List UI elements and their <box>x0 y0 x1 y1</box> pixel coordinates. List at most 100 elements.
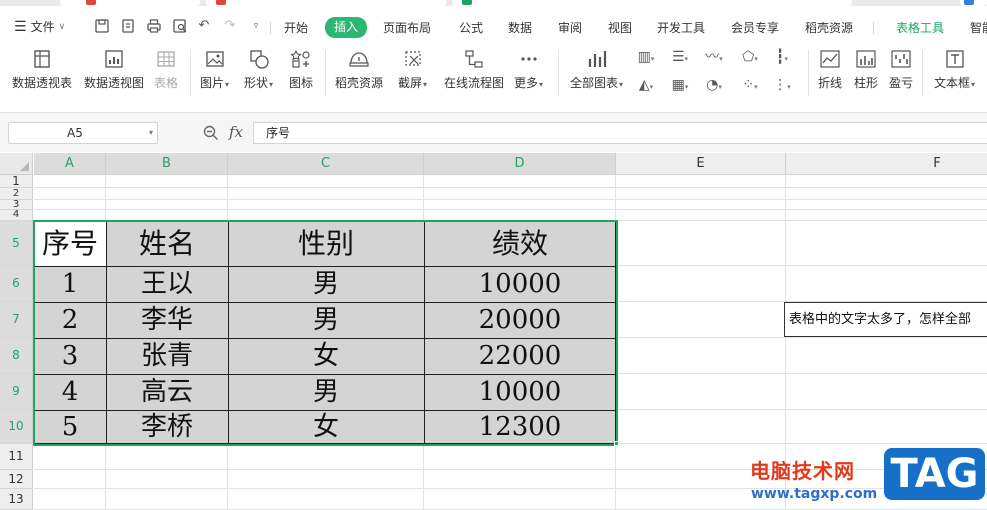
table-cell[interactable]: 女 <box>228 410 424 444</box>
table-cell[interactable]: 李华 <box>106 302 228 338</box>
table-cell[interactable]: 10000 <box>424 266 616 302</box>
watermark-tag-logo: TAG <box>884 448 985 500</box>
column-header-c[interactable]: C <box>228 153 424 175</box>
table-cell[interactable]: 女 <box>228 338 424 374</box>
icon-library-button[interactable]: 图标 <box>289 48 313 91</box>
name-box[interactable]: A5 ▾ <box>8 122 158 144</box>
tab-data[interactable]: 数据 <box>508 18 532 38</box>
customize-toolbar-icon[interactable]: ▿ <box>248 18 264 34</box>
row-header-8[interactable]: 8 <box>0 338 33 374</box>
document-tab-active[interactable] <box>452 0 852 6</box>
column-header-a[interactable]: A <box>34 153 106 175</box>
save-icon[interactable] <box>94 18 110 34</box>
tab-member[interactable]: 会员专享 <box>731 18 779 38</box>
table-cell[interactable]: 李桥 <box>106 410 228 444</box>
sparkline-line-button[interactable]: 折线 <box>818 48 842 91</box>
sparkline-column-button[interactable]: 柱形 <box>854 48 878 91</box>
table-header-cell[interactable]: 性别 <box>228 221 424 266</box>
overflow-text-box[interactable]: 表格中的文字太多了，怎样全部 <box>784 302 987 337</box>
row-header-6[interactable]: 6 <box>0 266 33 302</box>
tab-insert[interactable]: 插入 <box>325 17 368 38</box>
row-header-9[interactable]: 9 <box>0 374 33 410</box>
row-header-12[interactable]: 12 <box>0 470 33 489</box>
row-header-4[interactable]: 4 <box>0 210 33 221</box>
shape-button[interactable]: 形状▾ <box>244 48 273 91</box>
export-pdf-icon[interactable] <box>120 18 136 34</box>
pivot-chart-button[interactable]: 数据透视图 <box>84 48 144 91</box>
column-header-b[interactable]: B <box>106 153 228 175</box>
formula-input[interactable]: 序号 <box>253 122 987 144</box>
row-header-13[interactable]: 13 <box>0 489 33 510</box>
undo-icon[interactable]: ↶ <box>196 18 212 34</box>
table-header-cell[interactable]: 绩效 <box>424 221 616 266</box>
select-all-corner[interactable] <box>0 153 33 175</box>
combo-chart-icon[interactable]: ▦▾ <box>670 76 690 94</box>
scatter-chart-icon[interactable]: ⁘▾ <box>740 76 760 94</box>
pivot-table-button[interactable]: 数据透视表 <box>12 48 72 91</box>
column-header-d[interactable]: D <box>424 153 616 175</box>
table-cell[interactable]: 20000 <box>424 302 616 338</box>
all-charts-button[interactable]: 全部图表▾ <box>570 48 623 91</box>
more-button[interactable]: 更多▾ <box>514 48 543 91</box>
row-header-10[interactable]: 10 <box>0 410 33 444</box>
file-menu[interactable]: ☰ 文件 ∨ <box>14 18 65 35</box>
tab-page-layout[interactable]: 页面布局 <box>383 18 431 38</box>
table-cell[interactable]: 3 <box>34 338 106 374</box>
bar-chart-icon[interactable]: ☰▾ <box>670 48 690 66</box>
tab-docer[interactable]: 稻壳资源 <box>805 18 853 38</box>
document-tab[interactable] <box>960 0 987 6</box>
docer-assets-button[interactable]: 稻壳资源 <box>335 48 383 91</box>
radar-chart-icon[interactable]: ⬠▾ <box>740 48 760 66</box>
column-chart-icon[interactable]: ▥▾ <box>636 48 656 66</box>
tab-developer[interactable]: 开发工具 <box>657 18 705 38</box>
table-cell[interactable]: 5 <box>34 410 106 444</box>
row-header-11[interactable]: 11 <box>0 444 33 470</box>
tab-review[interactable]: 审阅 <box>558 18 582 38</box>
tab-home[interactable]: 开始 <box>284 18 308 38</box>
picture-button[interactable]: 图片▾ <box>200 48 229 91</box>
table-cell[interactable]: 22000 <box>424 338 616 374</box>
area-chart-icon[interactable]: ◭▾ <box>636 76 656 94</box>
tab-smart[interactable]: 智能 <box>970 18 987 38</box>
table-cell[interactable]: 男 <box>228 266 424 302</box>
column-header-f[interactable]: F <box>786 153 987 175</box>
table-cell[interactable]: 1 <box>34 266 106 302</box>
row-header-5[interactable]: 5 <box>0 221 33 266</box>
column-header-e[interactable]: E <box>616 153 786 175</box>
table-cell[interactable]: 男 <box>228 302 424 338</box>
print-icon[interactable] <box>146 18 162 34</box>
table-icon <box>157 51 175 67</box>
row-header-7[interactable]: 7 <box>0 302 33 338</box>
tab-view[interactable]: 视图 <box>608 18 632 38</box>
redo-icon[interactable]: ↷ <box>222 18 238 34</box>
table-cell[interactable]: 10000 <box>424 374 616 410</box>
sparkline-winloss-button[interactable]: 盈亏 <box>889 48 913 91</box>
fx-icon[interactable]: fx <box>229 123 243 141</box>
dot-chart-icon[interactable]: ⋮▾ <box>772 76 792 94</box>
document-tab[interactable] <box>206 0 446 6</box>
table-cell[interactable]: 高云 <box>106 374 228 410</box>
print-preview-icon[interactable] <box>172 18 188 34</box>
document-tab[interactable] <box>60 0 200 6</box>
table-cell[interactable]: 4 <box>34 374 106 410</box>
screenshot-button[interactable]: 截屏▾ <box>398 48 427 91</box>
fill-handle[interactable] <box>614 441 619 446</box>
online-flowchart-button[interactable]: 在线流程图 <box>444 48 504 91</box>
table-cell[interactable]: 2 <box>34 302 106 338</box>
pie-chart-icon[interactable]: ◔▾ <box>704 76 724 94</box>
textbox-button[interactable]: 文本框▾ <box>934 48 975 91</box>
table-button[interactable]: 表格 <box>154 48 178 91</box>
tab-table-tools[interactable]: 表格工具 <box>896 18 944 38</box>
tab-formulas[interactable]: 公式 <box>459 18 483 38</box>
table-cell[interactable]: 男 <box>228 374 424 410</box>
table-header-cell[interactable]: 姓名 <box>106 221 228 266</box>
line-chart-icon[interactable]: 〰▾ <box>704 48 724 66</box>
table-header-cell[interactable]: 序号 <box>34 221 106 266</box>
table-cell[interactable]: 张青 <box>106 338 228 374</box>
stock-chart-icon[interactable]: ┇▾ <box>772 48 792 66</box>
table-cell[interactable]: 王以 <box>106 266 228 302</box>
row-header-1[interactable]: 1 <box>0 175 33 188</box>
chevron-down-icon[interactable]: ▾ <box>149 123 153 143</box>
zoom-icon[interactable] <box>202 124 220 142</box>
table-cell[interactable]: 12300 <box>424 410 616 444</box>
